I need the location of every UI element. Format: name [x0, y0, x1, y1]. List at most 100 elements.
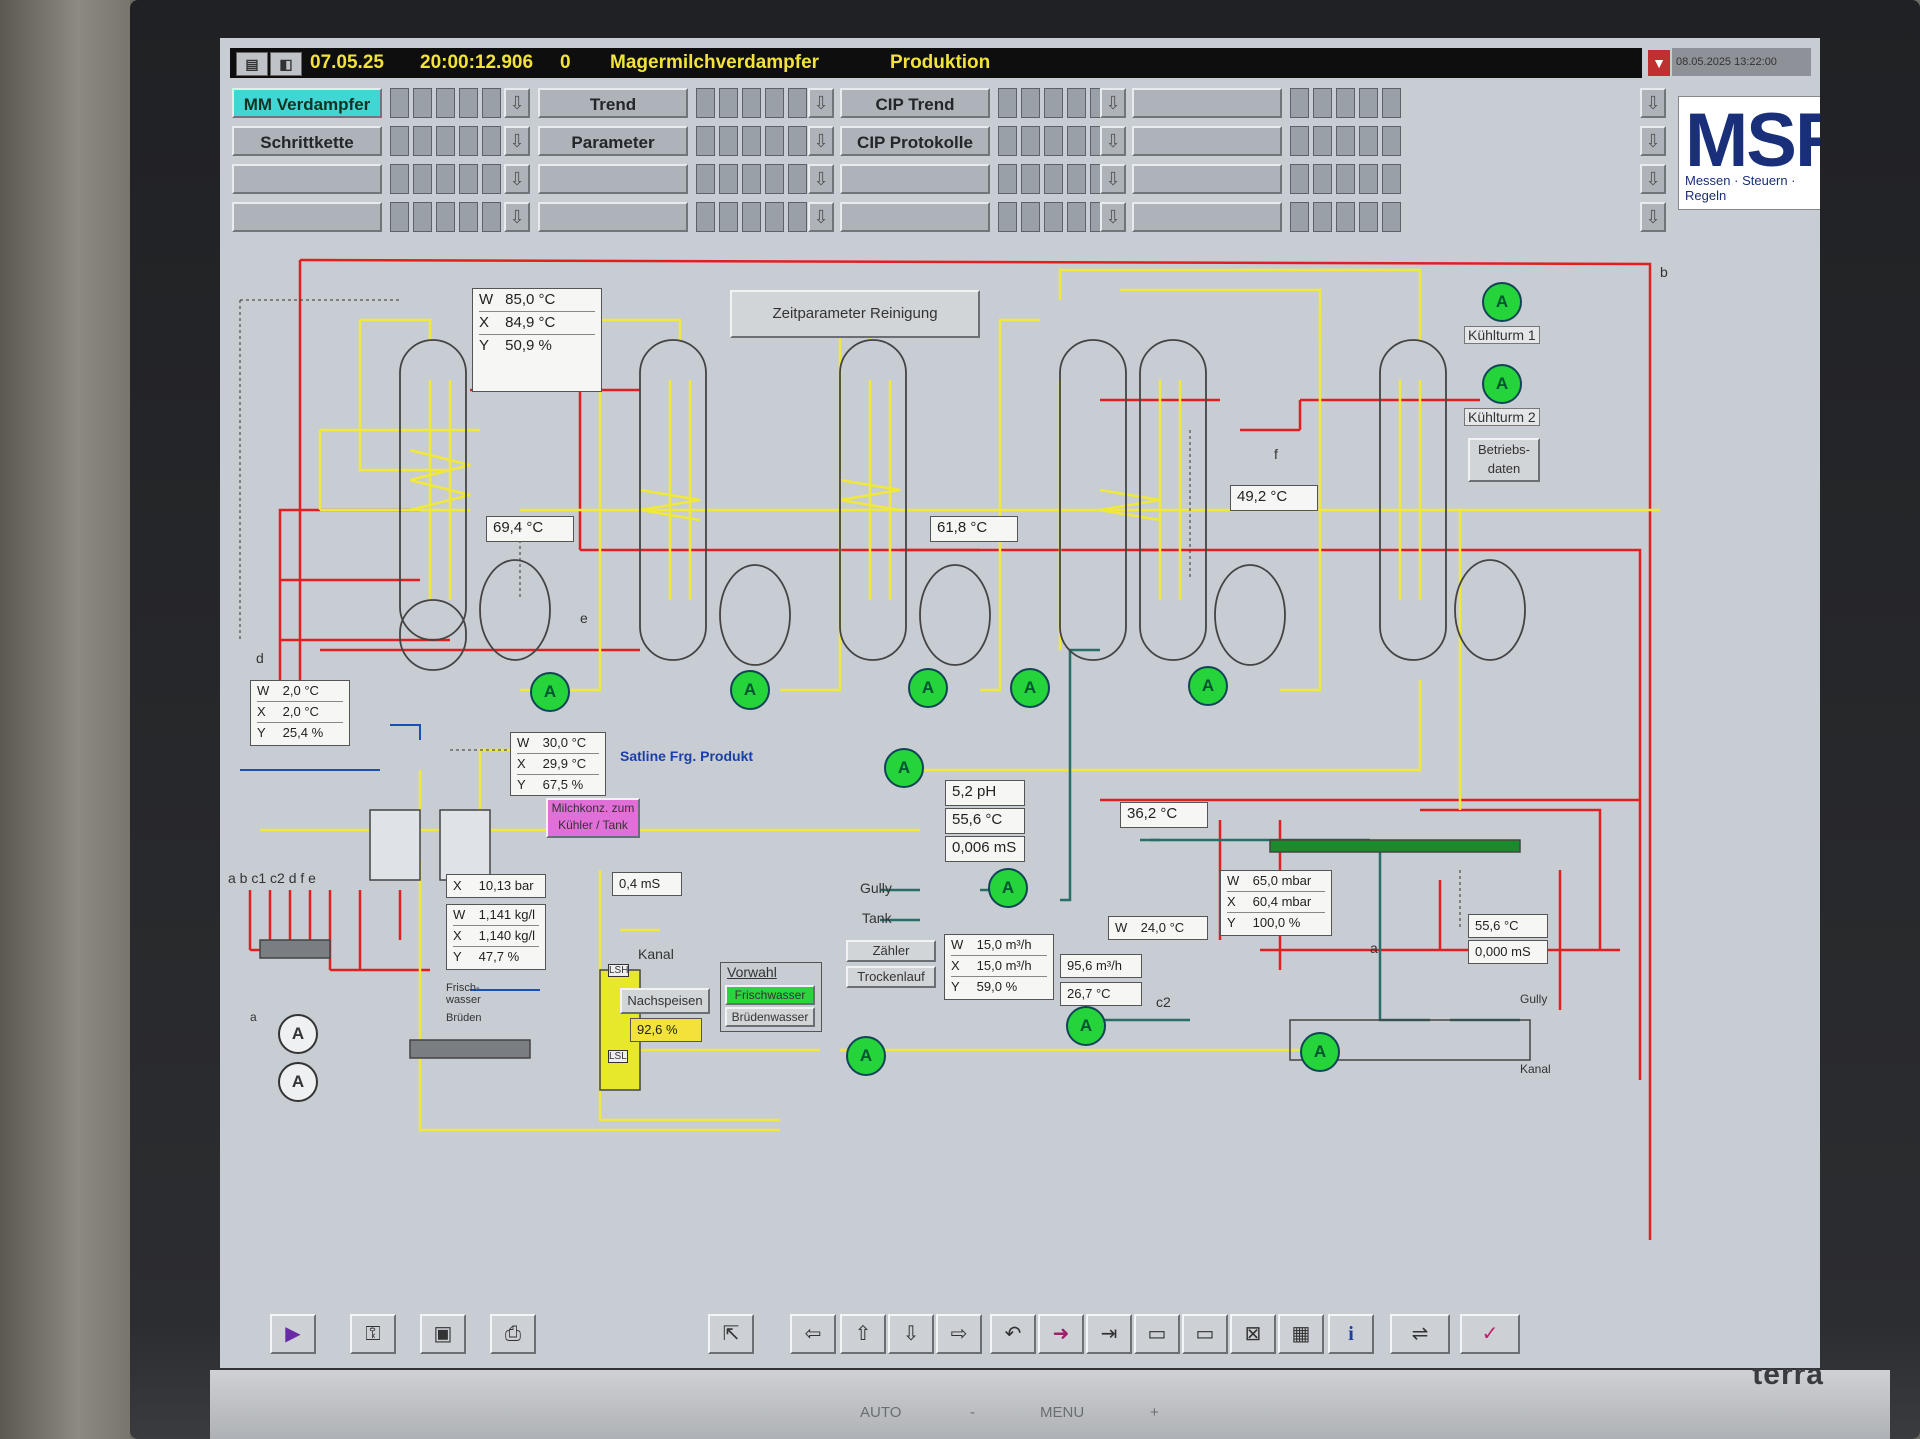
nav-empty-2[interactable] — [232, 202, 382, 232]
screen-icon[interactable]: ◧ — [270, 52, 302, 76]
bruedenwasser-button[interactable]: Brüdenwasser — [725, 1007, 815, 1027]
nav-dropdown-icon[interactable]: ⇩ — [808, 164, 834, 194]
bottom-toolbar: ▶ ⚿ ▣ ⎙ ⇱ ⇦ ⇧ ⇩ ⇨ ↶ ➜ ⇥ ▭ ▭ ⊠ ▦ i ⇌ ✓ — [220, 1300, 1820, 1368]
gully-label-2: Gully — [1520, 992, 1548, 1006]
monitor-button-auto[interactable]: AUTO — [860, 1404, 901, 1421]
betriebsdaten-button[interactable]: Betriebs- daten — [1468, 438, 1540, 482]
pump-evaporator-4[interactable]: A — [1010, 668, 1050, 708]
nav-dropdown-icon[interactable]: ⇩ — [504, 202, 530, 232]
pump-bottom-1[interactable]: A — [846, 1036, 886, 1076]
logo-text: MSR — [1685, 98, 1820, 183]
milchkonz-button[interactable]: Milchkonz. zum Kühler / Tank — [546, 798, 640, 838]
nav-dropdown-icon[interactable]: ⇩ — [808, 88, 834, 118]
print-icon[interactable]: ▤ — [236, 52, 268, 76]
network-icon[interactable]: ⇌ — [1390, 1314, 1450, 1354]
kuehlturm-1-label: Kühlturm 1 — [1464, 326, 1540, 344]
undo-icon[interactable]: ↶ — [990, 1314, 1036, 1354]
pump-ph[interactable]: A — [988, 868, 1028, 908]
pump-evaporator-2[interactable]: A — [730, 670, 770, 710]
nav-empty-8[interactable] — [1132, 126, 1282, 156]
density-box: W 1,141 kg/l X 1,140 kg/l Y 47,7 % — [446, 904, 546, 970]
nav-dropdown-icon[interactable]: ⇩ — [1100, 202, 1126, 232]
nav-slots — [390, 164, 501, 194]
nav-empty-4[interactable] — [538, 202, 688, 232]
arrow-up-icon[interactable]: ⇧ — [840, 1314, 886, 1354]
nav-dropdown-icon[interactable]: ⇩ — [1640, 164, 1666, 194]
pump-evaporator-5[interactable]: A — [1188, 666, 1228, 706]
nav-slots — [1290, 202, 1401, 232]
frischwasser-button[interactable]: Frischwasser — [725, 985, 815, 1005]
pump-bottom-2[interactable]: A — [1066, 1006, 1106, 1046]
nav-dropdown-icon[interactable]: ⇩ — [1100, 126, 1126, 156]
arrow-left-icon[interactable]: ⇦ — [790, 1314, 836, 1354]
close-window-icon[interactable]: ⊠ — [1230, 1314, 1276, 1354]
nav-cip-protokolle[interactable]: CIP Protokolle — [840, 126, 990, 156]
nav-cip-trend[interactable]: CIP Trend — [840, 88, 990, 118]
nav-parameter[interactable]: Parameter — [538, 126, 688, 156]
piping-diagram — [239, 258, 1660, 1240]
nav-dropdown-icon[interactable]: ⇩ — [1640, 202, 1666, 232]
gully-label: Gully — [860, 880, 892, 896]
nav-trend[interactable]: Trend — [538, 88, 688, 118]
right-temperature-readout: 55,6 °C — [1468, 914, 1548, 938]
pump-evaporator-1[interactable]: A — [530, 672, 570, 712]
monitor-button-plus[interactable]: + — [1150, 1404, 1159, 1421]
nav-empty-6[interactable] — [840, 202, 990, 232]
scada-screen: ▤ ◧ 07.05.25 20:00:12.906 0 Magermilchve… — [220, 38, 1820, 1368]
folder-icon[interactable]: ▣ — [420, 1314, 466, 1354]
pump-evaporator-3[interactable]: A — [908, 668, 948, 708]
monitor-button-menu[interactable]: MENU — [1040, 1404, 1084, 1421]
nav-slots — [696, 88, 807, 118]
alarm-icon[interactable]: ▼ — [1648, 50, 1670, 76]
nav-dropdown-icon[interactable]: ⇩ — [1100, 164, 1126, 194]
nav-slots — [998, 126, 1109, 156]
header-bar: ▤ ◧ 07.05.25 20:00:12.906 0 Magermilchve… — [230, 48, 1642, 78]
nav-dropdown-icon[interactable]: ⇩ — [1100, 88, 1126, 118]
nav-dropdown-icon[interactable]: ⇩ — [504, 88, 530, 118]
zeitparameter-reinigung-button[interactable]: Zeitparameter Reinigung — [730, 290, 980, 338]
pump-kuehlturm-2[interactable]: A — [1482, 364, 1522, 404]
ph-conductivity-readout: 0,006 mS — [945, 836, 1025, 862]
nav-empty-10[interactable] — [1132, 202, 1282, 232]
line-label-d: d — [256, 650, 264, 666]
nav-empty-5[interactable] — [840, 164, 990, 194]
zaehler-button[interactable]: Zähler — [846, 940, 936, 962]
pump-satline[interactable]: A — [884, 748, 924, 788]
forward-icon[interactable]: ➜ — [1038, 1314, 1084, 1354]
window-1-icon[interactable]: ▭ — [1134, 1314, 1180, 1354]
satline-label: Satline Frg. Produkt — [620, 748, 754, 764]
vorwahl-label: Vorwahl — [727, 964, 777, 980]
settings-icon[interactable]: ▦ — [1278, 1314, 1324, 1354]
nav-dropdown-icon[interactable]: ⇩ — [504, 164, 530, 194]
nav-dropdown-icon[interactable]: ⇩ — [808, 202, 834, 232]
printer-icon[interactable]: ⎙ — [490, 1314, 536, 1354]
nachspeisen-button[interactable]: Nachspeisen — [620, 988, 710, 1014]
key-icon[interactable]: ⚿ — [350, 1314, 396, 1354]
skip-icon[interactable]: ⇥ — [1086, 1314, 1132, 1354]
nav-dropdown-icon[interactable]: ⇩ — [504, 126, 530, 156]
play-icon[interactable]: ▶ — [270, 1314, 316, 1354]
nav-empty-9[interactable] — [1132, 164, 1282, 194]
pump-vacuum-2[interactable]: A — [278, 1062, 318, 1102]
nav-dropdown-icon[interactable]: ⇩ — [808, 126, 834, 156]
pump-bottom-3[interactable]: A — [1300, 1032, 1340, 1072]
nav-dropdown-icon[interactable]: ⇩ — [1640, 126, 1666, 156]
nav-empty-3[interactable] — [538, 164, 688, 194]
info-icon[interactable]: i — [1328, 1314, 1374, 1354]
trockenlauf-button[interactable]: Trockenlauf — [846, 966, 936, 988]
nav-schrittkette[interactable]: Schrittkette — [232, 126, 382, 156]
acknowledge-icon[interactable]: ✓ — [1460, 1314, 1520, 1354]
nav-empty-7[interactable] — [1132, 88, 1282, 118]
pump-vacuum-1[interactable]: A — [278, 1014, 318, 1054]
arrow-down-icon[interactable]: ⇩ — [888, 1314, 934, 1354]
export-icon[interactable]: ⇱ — [708, 1314, 754, 1354]
tank-label: Tank — [862, 910, 892, 926]
window-2-icon[interactable]: ▭ — [1182, 1314, 1228, 1354]
arrow-right-icon[interactable]: ⇨ — [936, 1314, 982, 1354]
nav-mm-verdampfer[interactable]: MM Verdampfer — [232, 88, 382, 118]
nav-empty-1[interactable] — [232, 164, 382, 194]
nav-dropdown-icon[interactable]: ⇩ — [1640, 88, 1666, 118]
ph-temp-readout: 55,6 °C — [945, 808, 1025, 834]
monitor-button-minus[interactable]: - — [970, 1404, 975, 1421]
pump-kuehlturm-1[interactable]: A — [1482, 282, 1522, 322]
